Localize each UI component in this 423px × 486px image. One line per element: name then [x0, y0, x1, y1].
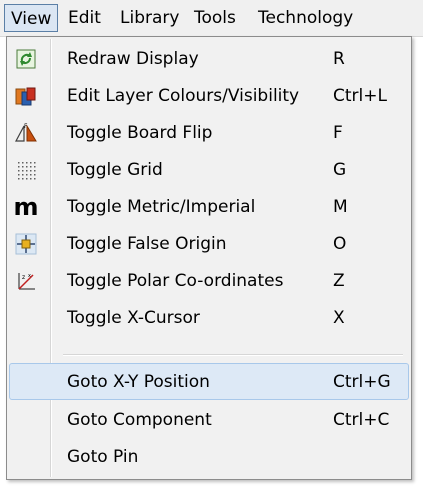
metric-icon-glyph: m — [13, 193, 39, 221]
menu-item-label: Toggle Polar Co-ordinates — [67, 271, 284, 291]
svg-text:F: F — [24, 123, 28, 130]
polar-coordinates-icon: z x — [15, 270, 37, 292]
redraw-icon — [15, 48, 37, 70]
menu-library[interactable]: Library — [114, 4, 185, 32]
menu-item-edit-layer-colours[interactable]: Edit Layer Colours/Visibility Ctrl+L — [9, 78, 409, 115]
menu-item-redraw-display[interactable]: Redraw Display R — [9, 41, 409, 78]
board-flip-icon: F — [15, 122, 37, 144]
menu-item-goto-xy-position[interactable]: Goto X-Y Position Ctrl+G — [9, 363, 409, 400]
menu-item-shortcut: Ctrl+L — [333, 86, 387, 106]
menu-item-label: Toggle X-Cursor — [67, 308, 200, 328]
menu-technology[interactable]: Technology — [252, 4, 359, 32]
layers-icon — [15, 85, 37, 107]
menu-item-shortcut: O — [333, 234, 347, 254]
menu-item-shortcut: R — [333, 49, 345, 69]
view-menu-dropdown: Redraw Display R Edit Layer Colours/Visi… — [6, 36, 412, 480]
menu-item-goto-component[interactable]: Goto Component Ctrl+C — [9, 402, 409, 439]
menu-item-shortcut: F — [333, 123, 343, 143]
menu-edit[interactable]: Edit — [62, 4, 107, 32]
menu-item-label: Redraw Display — [67, 49, 199, 69]
menu-item-label: Goto X-Y Position — [67, 372, 210, 392]
menu-view[interactable]: View — [4, 4, 59, 32]
menu-bar: View Edit Library Tools Technology — [0, 0, 423, 37]
menu-item-shortcut: X — [333, 308, 345, 328]
svg-text:z: z — [22, 274, 25, 281]
svg-text:x: x — [28, 273, 31, 279]
false-origin-icon — [15, 233, 37, 255]
menu-item-toggle-grid[interactable]: Toggle Grid G — [9, 152, 409, 189]
menu-item-shortcut: Ctrl+C — [333, 410, 390, 430]
menu-item-goto-pin[interactable]: Goto Pin — [9, 439, 409, 476]
menu-item-label: Goto Pin — [67, 447, 139, 467]
menu-item-toggle-x-cursor[interactable]: Toggle X-Cursor X — [9, 300, 409, 337]
menu-item-label: Edit Layer Colours/Visibility — [67, 86, 300, 106]
menu-tools[interactable]: Tools — [188, 4, 242, 32]
grid-icon — [15, 159, 37, 181]
menu-item-label: Toggle False Origin — [67, 234, 227, 254]
metric-imperial-icon: m — [13, 193, 39, 221]
menu-item-label: Toggle Board Flip — [67, 123, 213, 143]
menu-item-shortcut: G — [333, 160, 347, 180]
menu-item-shortcut: Z — [333, 271, 345, 291]
menu-item-label: Goto Component — [67, 410, 212, 430]
menu-item-toggle-board-flip[interactable]: F Toggle Board Flip F — [9, 115, 409, 152]
menu-item-toggle-false-origin[interactable]: Toggle False Origin O — [9, 226, 409, 263]
menu-item-shortcut: M — [333, 197, 348, 217]
menu-item-label: Toggle Grid — [67, 160, 163, 180]
menu-item-label: Toggle Metric/Imperial — [67, 197, 256, 217]
menu-item-toggle-metric-imperial[interactable]: m Toggle Metric/Imperial M — [9, 189, 409, 226]
menu-item-toggle-polar-coordinates[interactable]: z x Toggle Polar Co-ordinates Z — [9, 263, 409, 300]
menu-separator — [63, 354, 403, 356]
menu-item-shortcut: Ctrl+G — [333, 372, 391, 392]
